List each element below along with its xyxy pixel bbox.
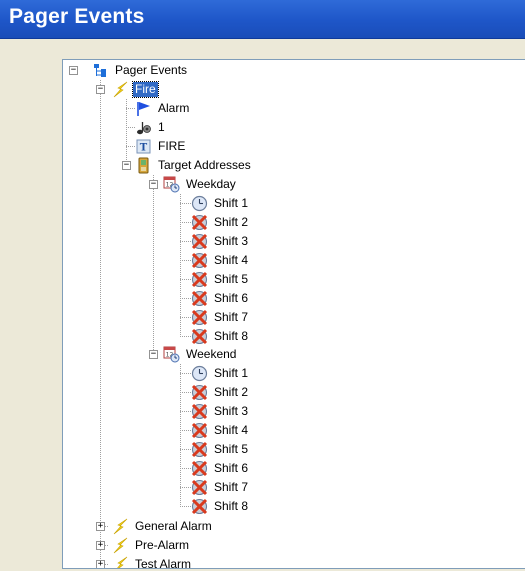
tree-node-label: Shift 8 bbox=[214, 499, 249, 513]
flag-icon bbox=[135, 100, 152, 117]
weekend-expander[interactable]: − bbox=[149, 350, 158, 359]
tree-node-weekday-shift-4[interactable]: Shift 4 bbox=[191, 252, 250, 269]
tree-node-label: Shift 1 bbox=[214, 366, 249, 380]
title-bar: Pager Events bbox=[0, 0, 525, 39]
disabled-clock-icon bbox=[191, 384, 208, 401]
root-expander[interactable]: − bbox=[69, 66, 78, 75]
tree-node-label: Weekday bbox=[186, 177, 236, 191]
tree-node-label: Shift 3 bbox=[214, 234, 249, 248]
calendar-clock-icon: 12 bbox=[163, 346, 180, 363]
disabled-clock-icon bbox=[191, 422, 208, 439]
tree-node-pager-events[interactable]: Pager Events bbox=[92, 62, 189, 79]
tree-node-label: Alarm bbox=[158, 101, 190, 115]
tree-node-label: Shift 5 bbox=[214, 272, 249, 286]
disabled-clock-icon bbox=[191, 498, 208, 515]
disabled-clock-icon bbox=[191, 309, 208, 326]
tree-node-general-alarm[interactable]: General Alarm bbox=[112, 518, 214, 535]
tree-node-label: Shift 6 bbox=[214, 291, 249, 305]
svg-text:T: T bbox=[140, 143, 148, 154]
tree-node-label: Shift 4 bbox=[214, 423, 249, 437]
tree-node-label: Target Addresses bbox=[158, 158, 251, 172]
tree-root-icon bbox=[92, 62, 109, 79]
lightning-icon bbox=[112, 556, 129, 568]
tree-node-weekend-shift-8[interactable]: Shift 8 bbox=[191, 498, 250, 515]
calendar-clock-icon: 12 bbox=[163, 176, 180, 193]
tree-node-test-alarm[interactable]: Test Alarm bbox=[112, 556, 193, 569]
tree-node-weekend-shift-3[interactable]: Shift 3 bbox=[191, 403, 250, 420]
general-alarm-expander[interactable]: + bbox=[96, 522, 105, 531]
disabled-clock-icon bbox=[191, 233, 208, 250]
tree-guide-lines bbox=[100, 80, 191, 568]
tree-node-weekday-shift-8[interactable]: Shift 8 bbox=[191, 328, 250, 345]
music-note-icon bbox=[135, 119, 152, 136]
tree-node-label: 1 bbox=[158, 120, 165, 134]
tree-node-label: Shift 2 bbox=[214, 215, 249, 229]
tree-node-weekday-shift-6[interactable]: Shift 6 bbox=[191, 290, 250, 307]
tree-node-target-addresses[interactable]: Target Addresses bbox=[135, 157, 253, 174]
tree-node-weekday-shift-1[interactable]: Shift 1 bbox=[191, 195, 250, 212]
fire-expander[interactable]: − bbox=[96, 85, 105, 94]
tree-node-weekend-shift-1[interactable]: Shift 1 bbox=[191, 365, 250, 382]
tree-node-weekday[interactable]: 12 Weekday bbox=[163, 176, 238, 193]
weekday-expander[interactable]: − bbox=[149, 180, 158, 189]
disabled-clock-icon bbox=[191, 441, 208, 458]
disabled-clock-icon bbox=[191, 214, 208, 231]
tree-node-label: Weekend bbox=[186, 347, 237, 361]
tree-node-weekend-shift-4[interactable]: Shift 4 bbox=[191, 422, 250, 439]
window-title: Pager Events bbox=[9, 5, 145, 28]
disabled-clock-icon bbox=[191, 460, 208, 477]
clock-icon bbox=[191, 195, 208, 212]
clock-icon bbox=[191, 365, 208, 382]
tree-node-weekday-shift-2[interactable]: Shift 2 bbox=[191, 214, 250, 231]
tree-node-weekend[interactable]: 12 Weekend bbox=[163, 346, 238, 363]
tree-node-label: Shift 7 bbox=[214, 310, 249, 324]
tree-node-label: Shift 8 bbox=[214, 329, 249, 343]
tree-node-weekday-shift-7[interactable]: Shift 7 bbox=[191, 309, 250, 326]
tree-node-label: Shift 3 bbox=[214, 404, 249, 418]
pre-alarm-expander[interactable]: + bbox=[96, 541, 105, 550]
disabled-clock-icon bbox=[191, 271, 208, 288]
disabled-clock-icon bbox=[191, 328, 208, 345]
tree-node-number[interactable]: 1 bbox=[135, 119, 167, 136]
phone-book-icon bbox=[135, 157, 152, 174]
tree-node-label: Fire bbox=[132, 81, 159, 98]
tree-node-weekend-shift-2[interactable]: Shift 2 bbox=[191, 384, 250, 401]
tree-node-label: Shift 4 bbox=[214, 253, 249, 267]
tree-node-label: General Alarm bbox=[135, 519, 212, 533]
tree-node-label: Shift 5 bbox=[214, 442, 249, 456]
tree-node-label: Test Alarm bbox=[135, 557, 192, 569]
tree-node-label: Pager Events bbox=[115, 63, 188, 77]
target-addresses-expander[interactable]: − bbox=[122, 161, 131, 170]
tree-node-label: Shift 7 bbox=[214, 480, 249, 494]
tree-node-text[interactable]: T FIRE bbox=[135, 138, 187, 155]
tree-node-weekday-shift-5[interactable]: Shift 5 bbox=[191, 271, 250, 288]
lightning-icon bbox=[112, 537, 129, 554]
tree-node-weekend-shift-5[interactable]: Shift 5 bbox=[191, 441, 250, 458]
test-alarm-expander[interactable]: + bbox=[96, 560, 105, 568]
tree-node-weekend-shift-6[interactable]: Shift 6 bbox=[191, 460, 250, 477]
tree-node-fire[interactable]: Fire bbox=[112, 81, 159, 98]
tree-node-weekend-shift-7[interactable]: Shift 7 bbox=[191, 479, 250, 496]
disabled-clock-icon bbox=[191, 290, 208, 307]
disabled-clock-icon bbox=[191, 252, 208, 269]
tree-node-label: Shift 6 bbox=[214, 461, 249, 475]
tree-node-label: FIRE bbox=[158, 139, 186, 153]
lightning-icon bbox=[112, 81, 129, 98]
tree-node-weekday-shift-3[interactable]: Shift 3 bbox=[191, 233, 250, 250]
tree-node-label: Pre-Alarm bbox=[135, 538, 190, 552]
disabled-clock-icon bbox=[191, 479, 208, 496]
tree-node-label: Shift 2 bbox=[214, 385, 249, 399]
tree-node-alarm[interactable]: Alarm bbox=[135, 100, 191, 117]
disabled-clock-icon bbox=[191, 403, 208, 420]
pager-events-tree[interactable]: − − − − − + + + Pager Events Fire Alarm … bbox=[62, 59, 525, 569]
lightning-icon bbox=[112, 518, 129, 535]
text-field-icon: T bbox=[135, 138, 152, 155]
tree-node-label: Shift 1 bbox=[214, 196, 249, 210]
tree-node-pre-alarm[interactable]: Pre-Alarm bbox=[112, 537, 191, 554]
